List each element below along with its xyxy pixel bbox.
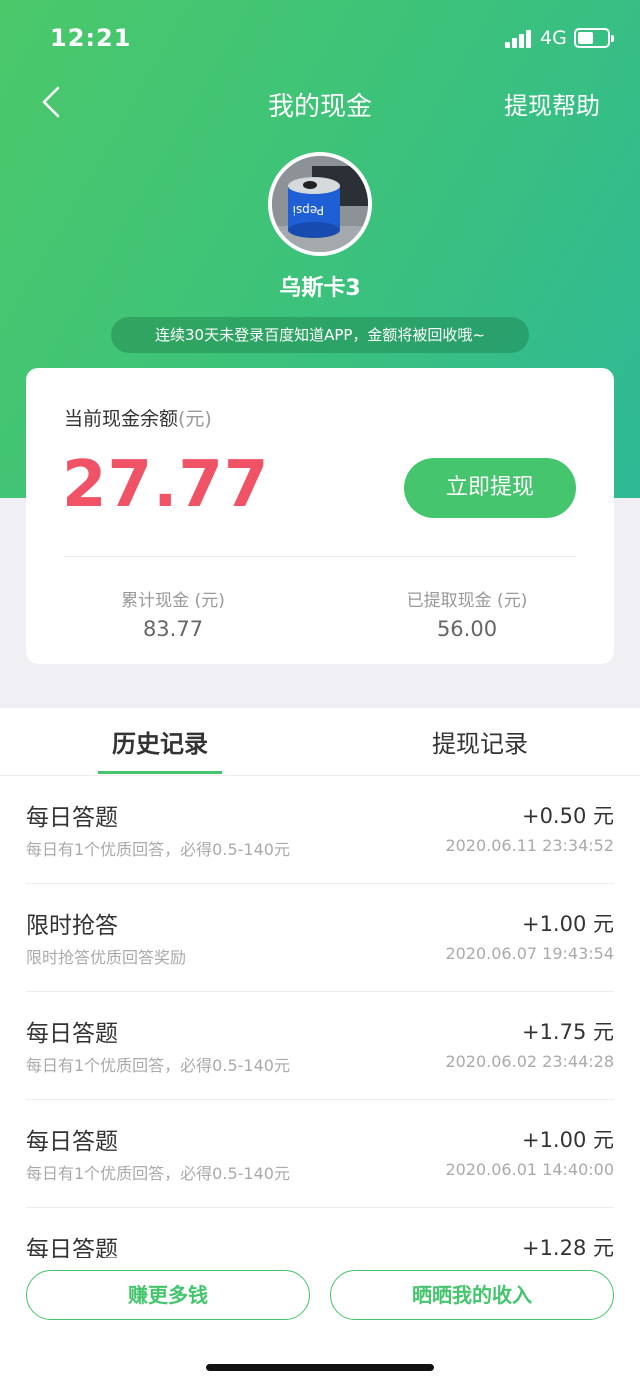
record-time: 2020.06.07 19:43:54 — [445, 944, 614, 963]
record-desc: 每日有1个优质回答，必得0.5-140元 — [26, 840, 290, 859]
avatar-photo: Pepsi — [272, 156, 368, 252]
signal-icon — [505, 30, 533, 48]
username: 乌斯卡3 — [279, 276, 361, 301]
record-amount: +1.00 元 — [521, 912, 614, 936]
withdrawn-cash-label: 已提取现金 (元) — [406, 591, 528, 611]
withdraw-help-link[interactable]: 提现帮助 — [504, 86, 600, 121]
tab-history[interactable]: 历史记录 — [40, 724, 280, 759]
record-title: 每日答题 — [26, 805, 118, 831]
total-cash-value: 83.77 — [142, 617, 204, 641]
card-divider — [64, 556, 576, 557]
back-arrow-icon[interactable] — [36, 84, 72, 120]
record-desc: 每日有1个优质回答，必得0.5-140元 — [26, 1164, 290, 1183]
status-bar: 12:21 4G — [0, 0, 640, 78]
record-desc: 限时抢答优质回答奖励 — [26, 948, 187, 967]
svg-text:Pepsi: Pepsi — [293, 203, 324, 217]
earn-more-button[interactable]: 赚更多钱 — [26, 1270, 310, 1320]
battery-icon — [574, 28, 614, 48]
withdrawn-cash-value: 56.00 — [436, 617, 498, 641]
balance-label: 当前现金余额(元) — [64, 404, 212, 431]
record-desc: 每日有1个优质回答，必得0.5-140元 — [26, 1056, 290, 1075]
record-title: 每日答题 — [26, 1129, 118, 1155]
recycle-notice: 连续30天未登录百度知道APP，金额将被回收哦~ — [111, 317, 529, 353]
share-income-button[interactable]: 晒晒我的收入 — [330, 1270, 614, 1320]
balance-unit: (元) — [178, 408, 212, 430]
record-amount: +1.75 元 — [521, 1020, 614, 1044]
record-amount: +1.00 元 — [521, 1128, 614, 1152]
withdraw-now-button[interactable]: 立即提现 — [404, 458, 576, 518]
record-time: 2020.06.01 14:40:00 — [445, 1160, 614, 1179]
total-cash-stat: 累计现金 (元) 83.77 — [58, 586, 288, 641]
record-row[interactable]: 每日答题 每日有1个优质回答，必得0.5-140元 +1.75 元 2020.0… — [26, 992, 614, 1100]
network-type: 4G — [540, 27, 567, 49]
record-amount: +0.50 元 — [521, 804, 614, 828]
record-row[interactable]: 限时抢答 限时抢答优质回答奖励 +1.00 元 2020.06.07 19:43… — [26, 884, 614, 992]
bottom-action-bar: 赚更多钱 晒晒我的收入 — [0, 1258, 640, 1385]
record-time: 2020.06.11 23:34:52 — [445, 836, 614, 855]
record-title: 限时抢答 — [26, 913, 118, 939]
record-title: 每日答题 — [26, 1021, 118, 1047]
status-time: 12:21 — [50, 24, 132, 52]
avatar[interactable]: Pepsi — [268, 152, 372, 256]
home-indicator — [206, 1364, 434, 1371]
record-row[interactable]: 每日答题 每日有1个优质回答，必得0.5-140元 +1.00 元 2020.0… — [26, 1100, 614, 1208]
balance-card: 当前现金余额(元) 27.77 立即提现 累计现金 (元) 83.77 已提取现… — [26, 368, 614, 664]
active-tab-indicator — [98, 771, 222, 774]
balance-amount: 27.77 — [62, 448, 270, 522]
balance-label-text: 当前现金余额 — [64, 408, 179, 430]
withdrawn-cash-stat: 已提取现金 (元) 56.00 — [352, 586, 582, 641]
tab-withdraw-records[interactable]: 提现记录 — [360, 724, 600, 759]
total-cash-label: 累计现金 (元) — [121, 591, 225, 611]
record-time: 2020.06.02 23:44:28 — [445, 1052, 614, 1071]
nav-bar: 我的现金 提现帮助 — [0, 78, 640, 128]
record-row[interactable]: 每日答题 每日有1个优质回答，必得0.5-140元 +0.50 元 2020.0… — [26, 776, 614, 884]
record-tabs: 历史记录 提现记录 — [0, 708, 640, 776]
